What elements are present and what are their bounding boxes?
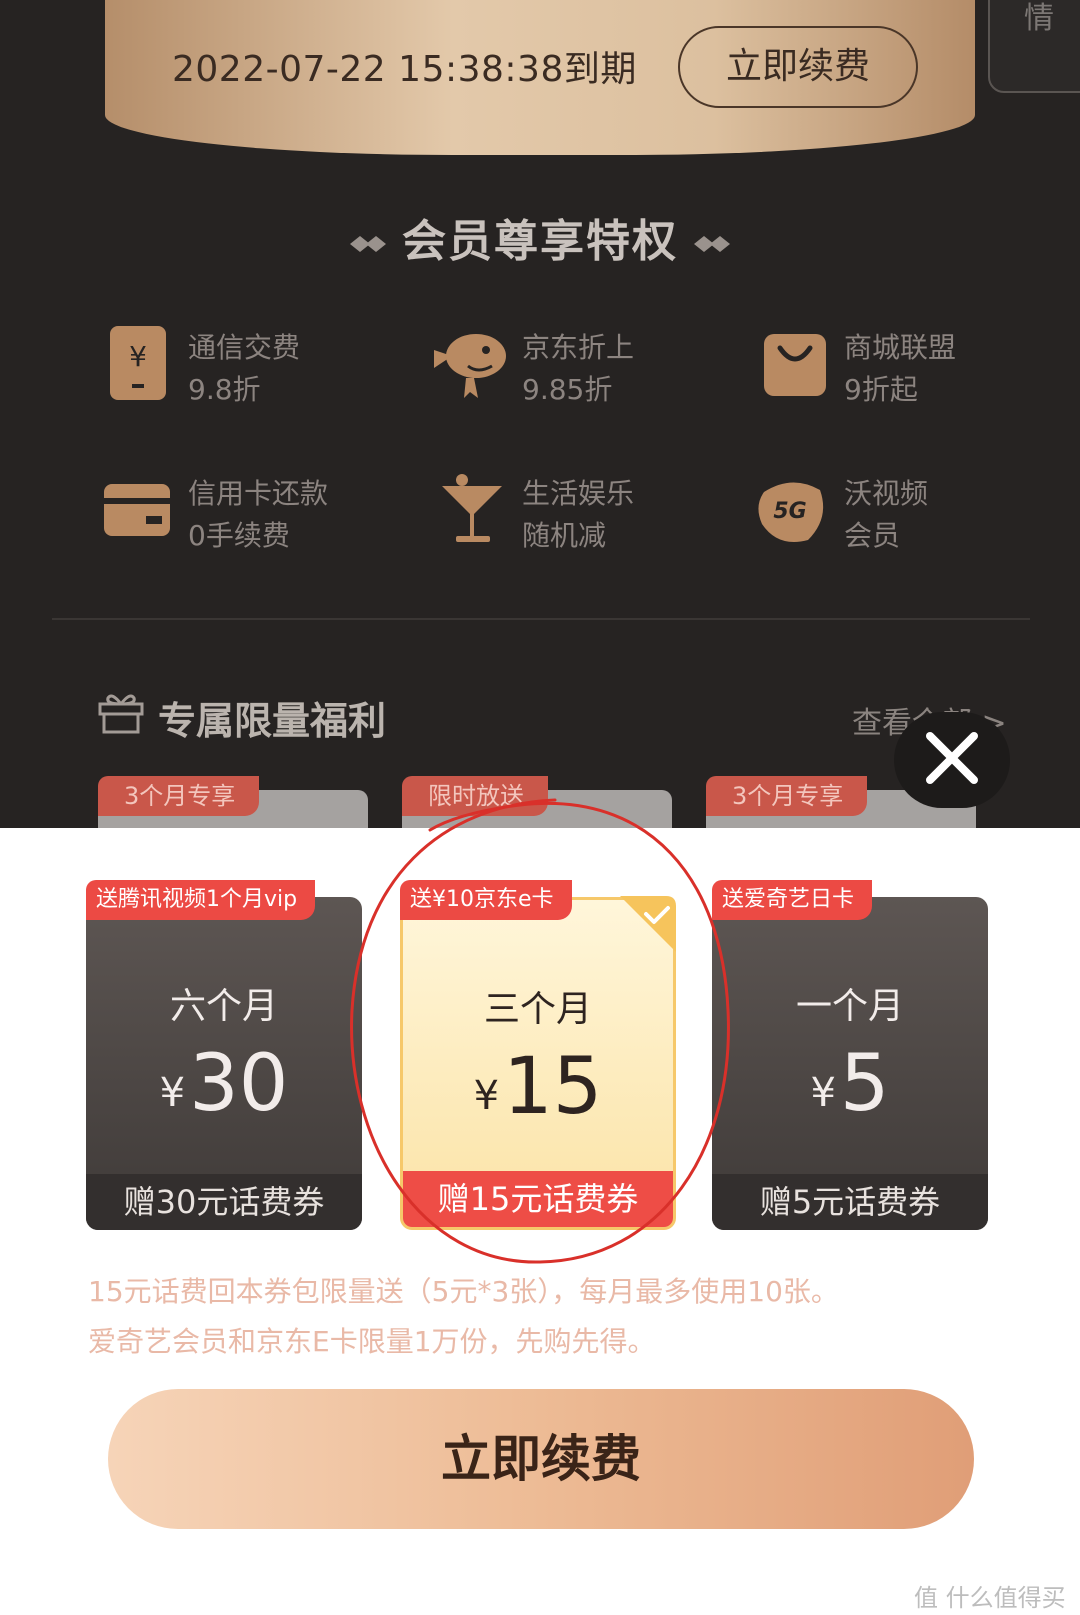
plan-gift: 赠15元话费券 [403,1171,673,1227]
close-icon [926,732,978,784]
5g-icon-text: 5G [773,499,806,524]
plan-gift: 赠5元话费券 [712,1174,988,1230]
shopping-bag-icon [764,334,826,396]
privilege-value: 0手续费 [188,519,290,552]
privilege-label: 沃视频 [844,477,929,510]
renew-button[interactable]: 立即续费 [108,1389,974,1529]
diamond-right-icon [694,236,730,252]
renew-button-small[interactable]: 立即续费 [678,26,918,108]
privilege-value: 9.85折 [522,373,613,406]
phone-yen-icon: ¥ [110,326,166,400]
membership-panel: 2022-07-22 15:38:38到期 立即续费 详 情 会员尊享特权 ¥ … [0,0,1080,828]
jd-dog-icon [434,334,506,398]
plan-price: ¥30 [86,1039,362,1129]
plan-badge: 送爱奇艺日卡 [712,880,873,920]
promo-note-line1: 15元话费回本券包限量送（5元*3张），每月最多使用10张。 [88,1275,839,1308]
currency-symbol: ¥ [810,1070,836,1116]
privilege-label: 通信交费 [188,331,301,364]
privilege-label: 信用卡还款 [188,477,329,510]
diamond-left-icon [350,236,386,252]
expiry-text: 2022-07-22 15:38:38到期 [172,49,637,90]
privilege-label: 京东折上 [522,331,635,364]
plan-price: ¥5 [712,1039,988,1129]
5g-video-icon: 5G [758,482,824,542]
privilege-value: 9.8折 [188,373,261,406]
watermark: 值 什么值得买 [914,1584,1066,1612]
gift-icon [98,694,144,734]
privilege-value: 9折起 [844,373,918,406]
plan-price-value: 15 [503,1042,603,1132]
privilege-value: 会员 [844,519,901,552]
plan-name: 六个月 [169,986,278,1027]
plan-name: 三个月 [483,989,592,1030]
plan-card-one-month[interactable]: 一个月 ¥5 赠5元话费券 [712,897,988,1230]
benefit-card-label: 3个月专享 [706,776,868,816]
cocktail-icon [442,474,502,542]
plan-name: 一个月 [795,986,904,1027]
privilege-label: 生活娱乐 [522,477,635,510]
plan-price-value: 5 [839,1039,890,1129]
plan-badge: 送¥10京东e卡 [400,880,572,920]
privilege-value: 随机减 [522,519,607,552]
currency-symbol: ¥ [159,1070,186,1116]
privilege-label: 商城联盟 [844,331,957,364]
privileges-title-text: 会员尊享特权 [402,216,678,267]
detail-tab[interactable]: 详 情 [988,0,1080,93]
credit-card-icon [104,484,170,536]
benefit-card-label: 限时放送 [402,776,548,816]
plan-gift: 赠30元话费券 [86,1174,362,1230]
currency-symbol: ¥ [473,1073,500,1119]
plan-card-six-month[interactable]: 六个月 ¥30 赠30元话费券 [86,897,362,1230]
detail-label-2: 情 [1024,1,1054,36]
section-divider [52,618,1030,620]
selected-check-icon [620,896,676,952]
promo-note-line2: 爱奇艺会员和京东E卡限量1万份，先购先得。 [88,1325,656,1358]
svg-text:¥: ¥ [129,340,147,373]
plan-badge: 送腾讯视频1个月vip [86,880,316,920]
plan-price: ¥15 [403,1042,673,1132]
benefit-card-label: 3个月专享 [98,776,260,816]
privileges-title: 会员尊享特权 [0,205,1080,269]
close-button[interactable] [894,712,1010,808]
plan-price-value: 30 [189,1039,289,1129]
benefits-title: 专属限量福利 [158,699,387,743]
